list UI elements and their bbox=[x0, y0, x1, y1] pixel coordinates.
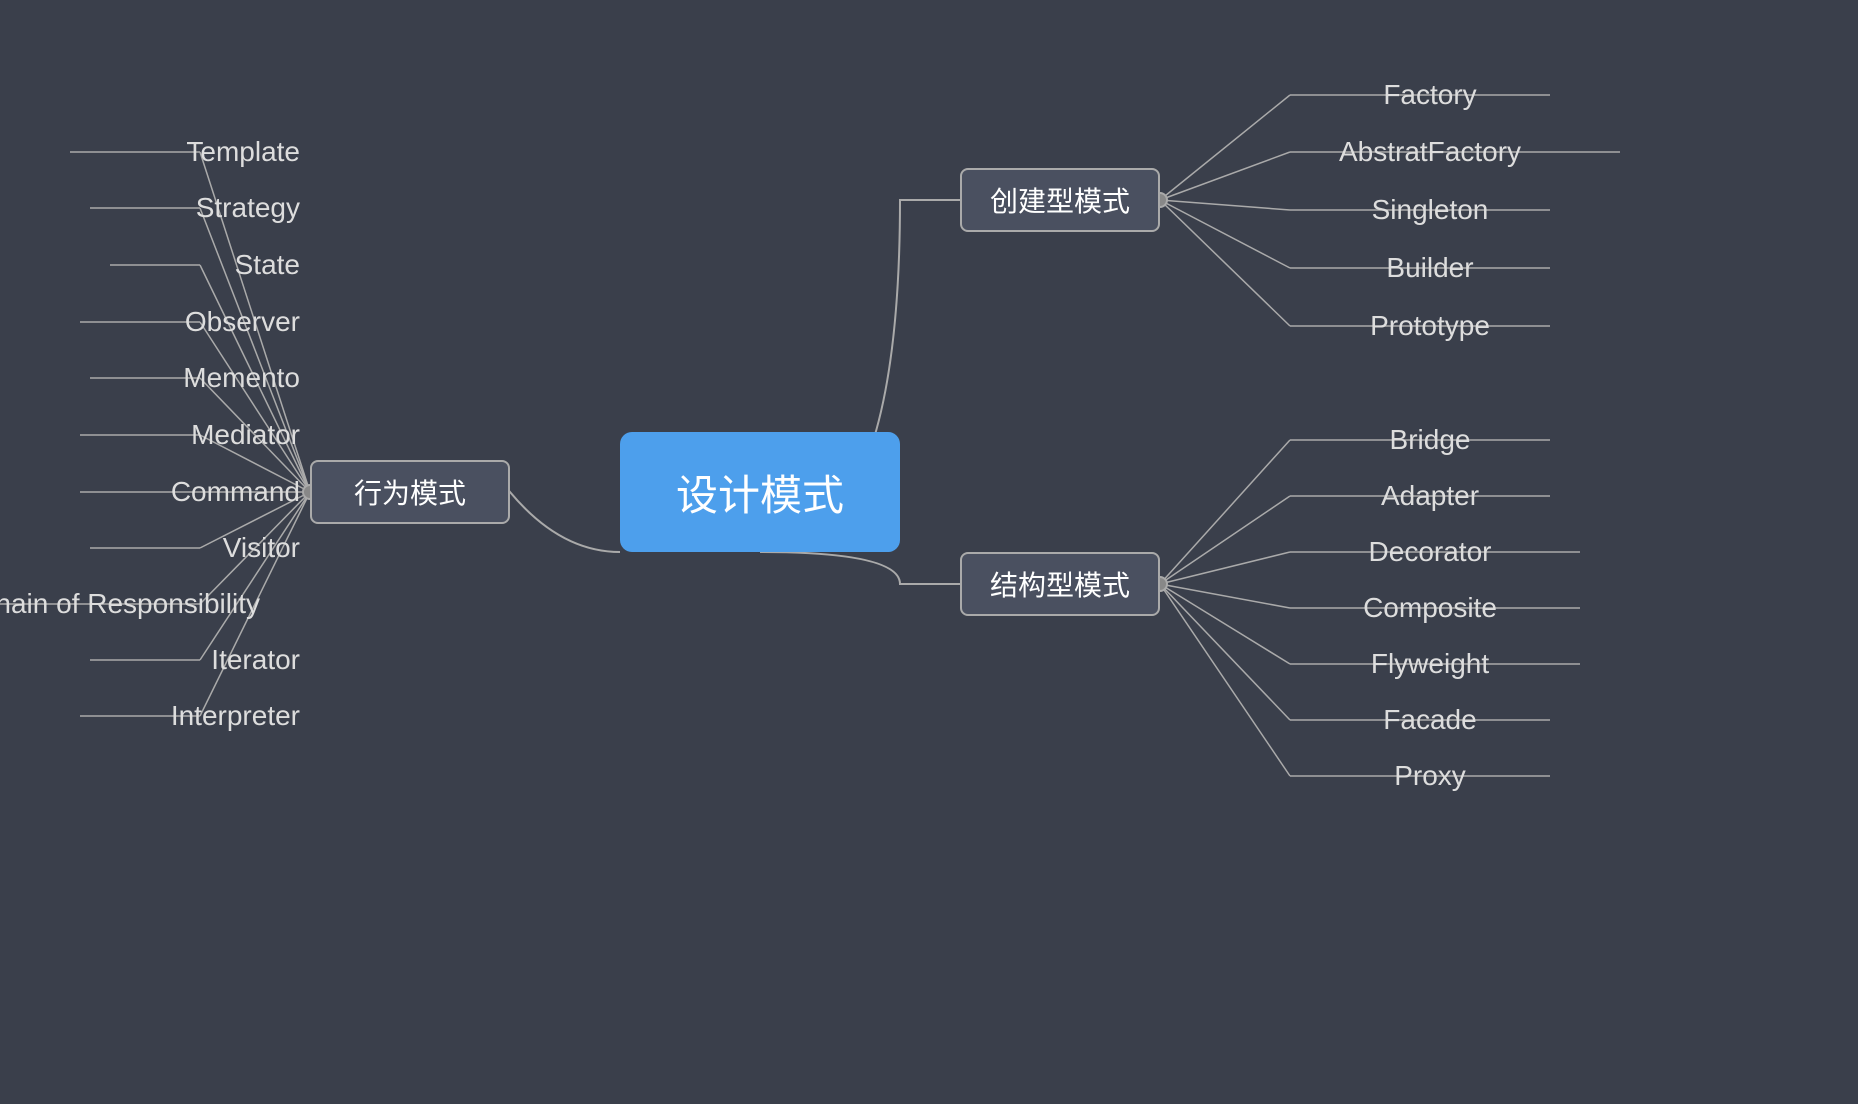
leaf-prototype: Prototype bbox=[1310, 301, 1550, 351]
leaf-singleton: Singleton bbox=[1310, 185, 1550, 235]
leaf-factory: Factory bbox=[1310, 70, 1550, 120]
leaf-proxy: Proxy bbox=[1310, 751, 1550, 801]
leaf-bridge: Bridge bbox=[1310, 415, 1550, 465]
leaf-template: Template bbox=[60, 127, 300, 177]
leaf-observer: Observer bbox=[60, 297, 300, 347]
leaf-strategy: Strategy bbox=[60, 183, 300, 233]
center-node: 设计模式 bbox=[620, 432, 900, 552]
leaf-decorator: Decorator bbox=[1310, 527, 1550, 577]
leaf-facade: Facade bbox=[1310, 695, 1550, 745]
leaf-adapter: Adapter bbox=[1310, 471, 1550, 521]
leaf-chain-of-responsibility: Chain of Responsibility bbox=[0, 579, 260, 629]
leaf-builder: Builder bbox=[1310, 243, 1550, 293]
structural-branch-node: 结构型模式 bbox=[960, 552, 1160, 616]
creational-branch-node: 创建型模式 bbox=[960, 168, 1160, 232]
leaf-mediator: Mediator bbox=[60, 410, 300, 460]
leaf-iterator: Iterator bbox=[60, 635, 300, 685]
leaf-memento: Memento bbox=[60, 353, 300, 403]
leaf-interpreter: Interpreter bbox=[60, 691, 300, 741]
leaf-flyweight: Flyweight bbox=[1310, 639, 1550, 689]
leaf-abstratfactory: AbstratFactory bbox=[1310, 127, 1550, 177]
leaf-composite: Composite bbox=[1310, 583, 1550, 633]
leaf-visitor: Visitor bbox=[60, 523, 300, 573]
leaf-command: Command bbox=[60, 467, 300, 517]
leaf-state: State bbox=[60, 240, 300, 290]
behavioral-branch-node: 行为模式 bbox=[310, 460, 510, 524]
